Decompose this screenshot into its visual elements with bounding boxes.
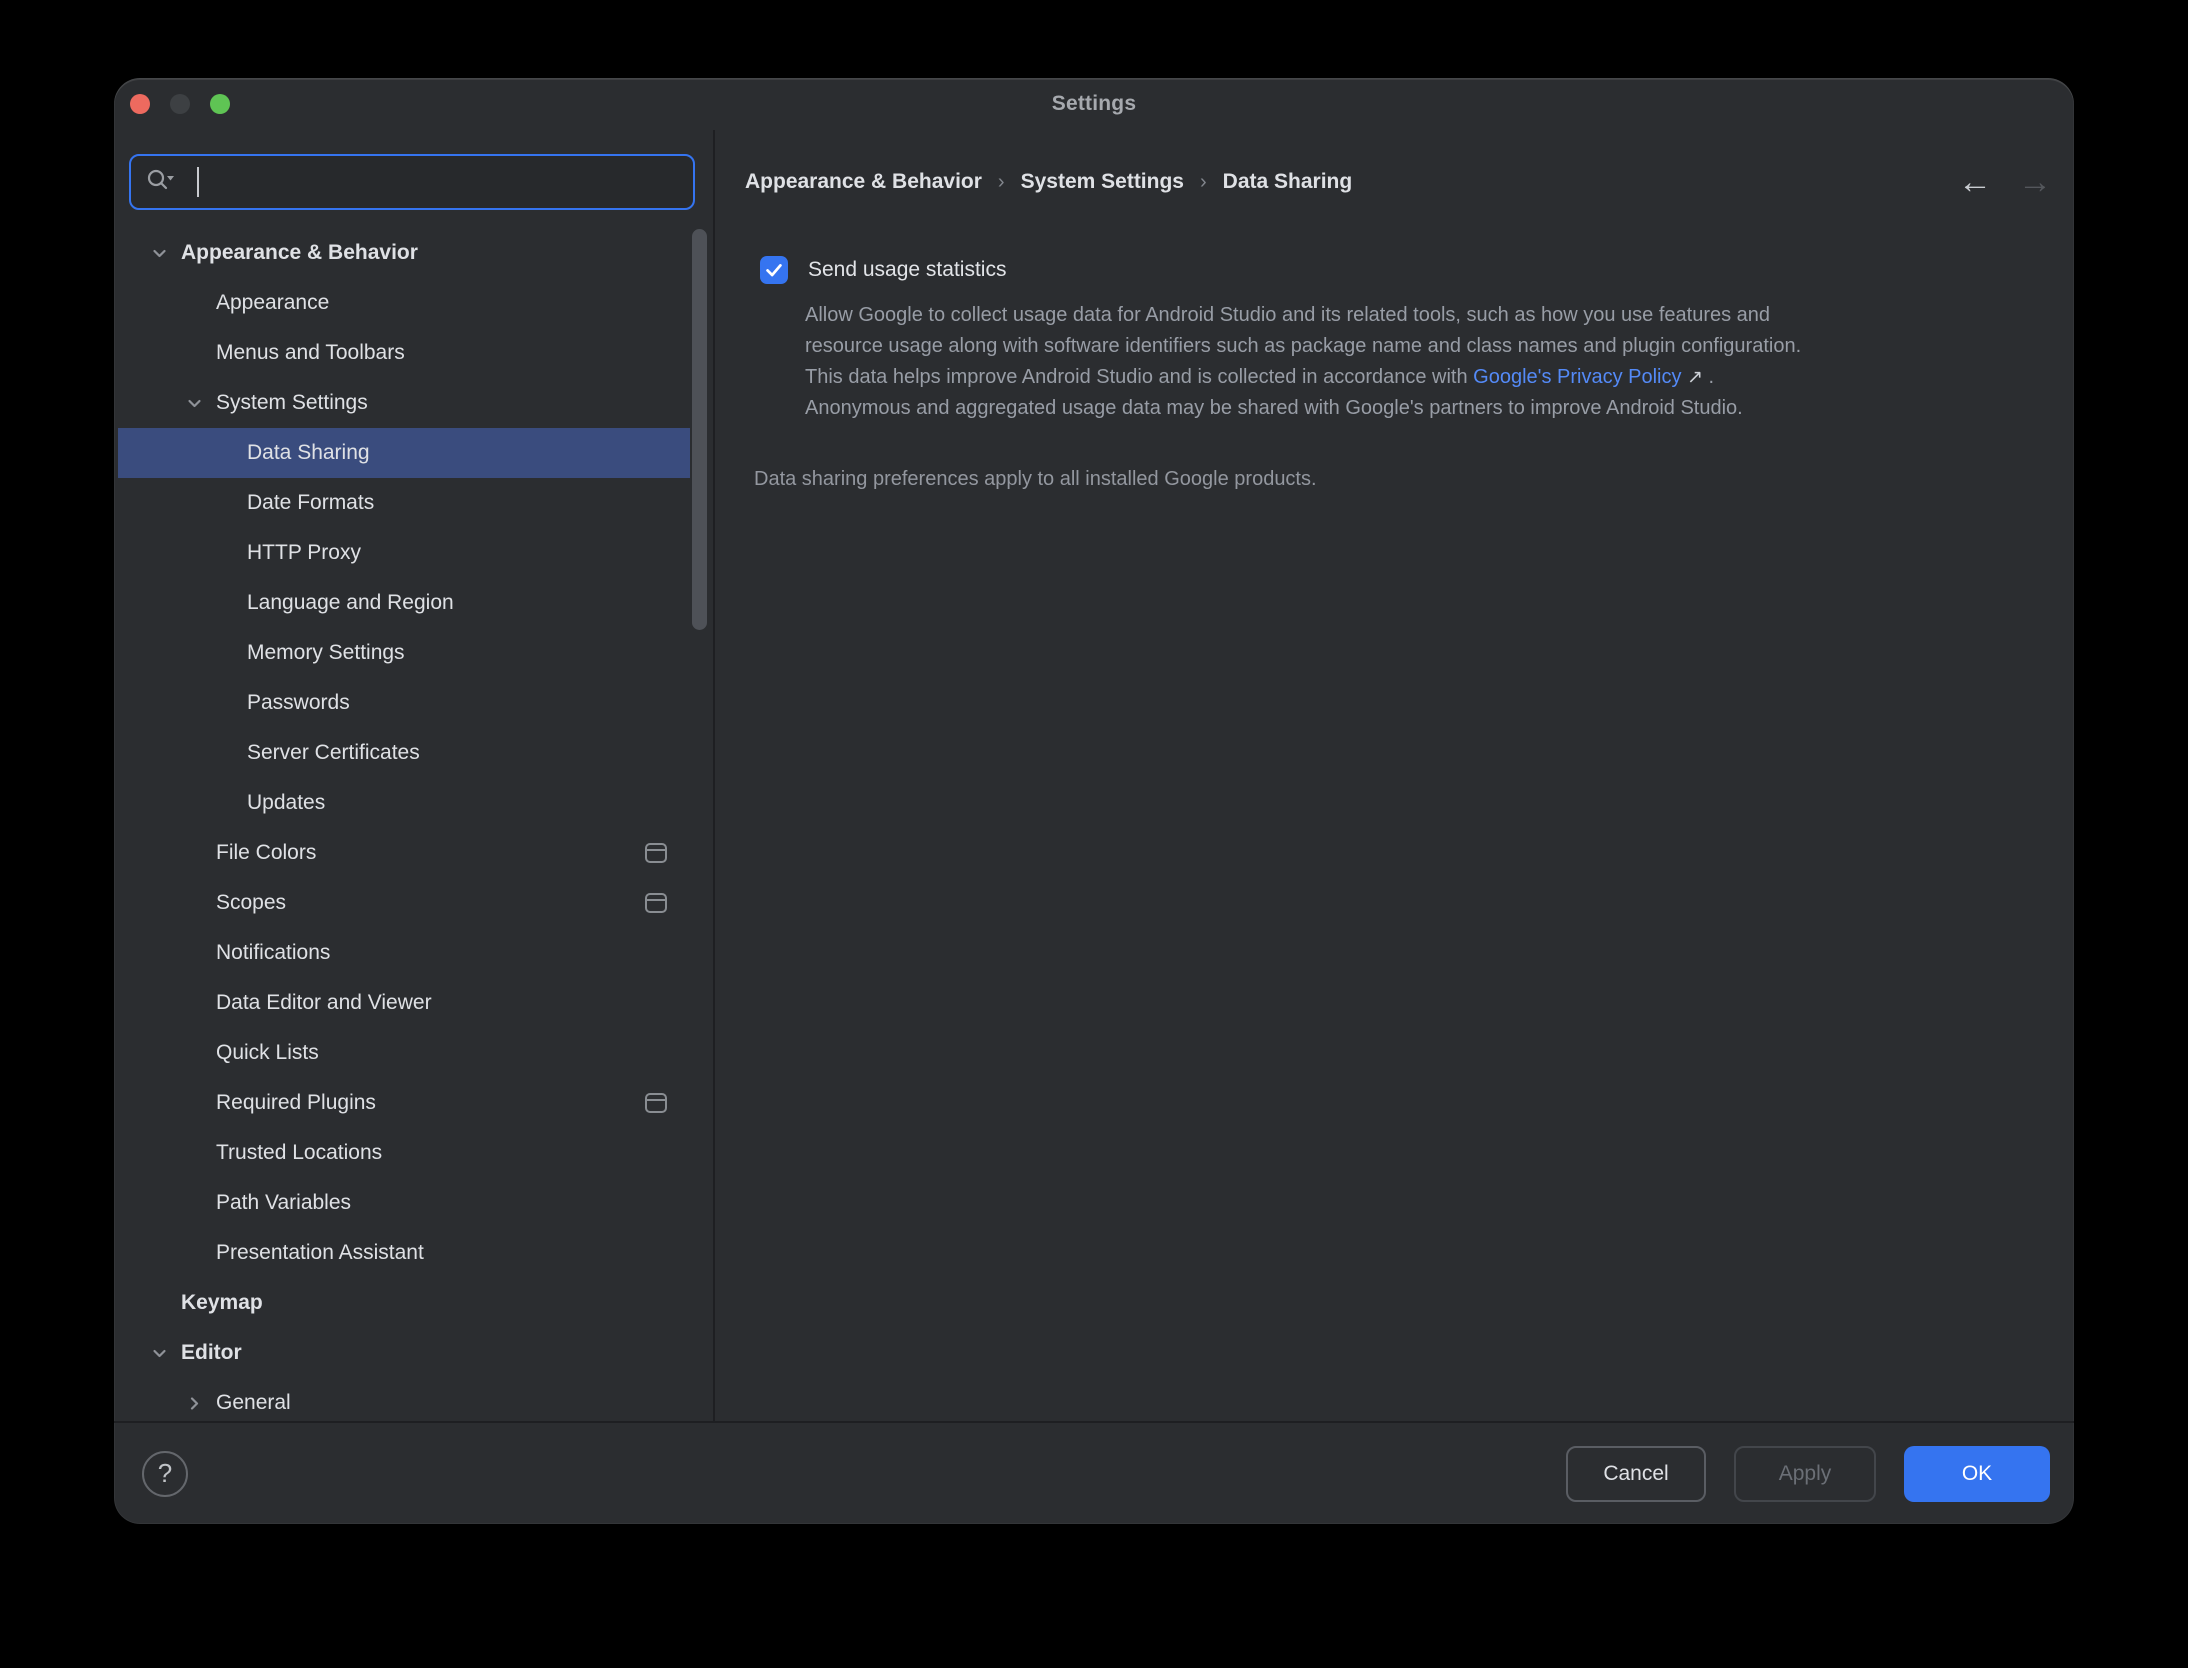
content-header: Appearance & Behavior › System Settings …: [745, 130, 2074, 206]
sidebar-item-label: HTTP Proxy: [247, 541, 361, 565]
sidebar-item-label: Appearance & Behavior: [181, 241, 418, 265]
privacy-policy-link[interactable]: Google's Privacy Policy: [1473, 366, 1681, 388]
settings-search-field[interactable]: [129, 154, 695, 210]
settings-sidebar: Appearance & Behavior Appearance Menus and…: [114, 130, 715, 1421]
settings-content: Appearance & Behavior › System Settings …: [715, 130, 2074, 1421]
sidebar-item-label: Date Formats: [247, 491, 374, 515]
sidebar-item-label: File Colors: [216, 841, 316, 865]
sidebar-item-scopes[interactable]: Scopes: [114, 878, 715, 928]
sidebar-item-label: Passwords: [247, 691, 350, 715]
sidebar-item-file-colors[interactable]: File Colors: [114, 828, 715, 878]
pane-icon: [645, 1093, 667, 1113]
sidebar-item-notifications[interactable]: Notifications: [114, 928, 715, 978]
sidebar-item-label: Server Certificates: [247, 741, 420, 765]
search-input[interactable]: [201, 160, 681, 204]
cancel-button[interactable]: Cancel: [1566, 1446, 1706, 1502]
description-text: Allow Google to collect usage data for A…: [805, 300, 1805, 424]
sidebar-item-label: Editor: [181, 1341, 242, 1365]
zoom-button[interactable]: [210, 94, 230, 114]
sidebar-item-label: Required Plugins: [216, 1091, 376, 1115]
sidebar-item-data-editor-and-viewer[interactable]: Data Editor and Viewer: [114, 978, 715, 1028]
sidebar-item-label: Menus and Toolbars: [216, 341, 405, 365]
sidebar-item-language-and-region[interactable]: Language and Region: [114, 578, 715, 628]
breadcrumb-separator-icon: ›: [998, 171, 1005, 194]
close-button[interactable]: [130, 94, 150, 114]
breadcrumb: Appearance & Behavior › System Settings …: [745, 170, 1352, 194]
sidebar-item-label: Memory Settings: [247, 641, 405, 665]
sidebar-item-updates[interactable]: Updates: [114, 778, 715, 828]
chevron-down-icon[interactable]: [185, 394, 216, 413]
window-title: Settings: [1052, 92, 1136, 116]
sidebar-item-appearance-behavior[interactable]: Appearance & Behavior: [114, 228, 715, 278]
breadcrumb-item-system-settings[interactable]: System Settings: [1021, 170, 1184, 194]
sidebar-item-label: Notifications: [216, 941, 330, 965]
sidebar-item-quick-lists[interactable]: Quick Lists: [114, 1028, 715, 1078]
ok-button[interactable]: OK: [1904, 1446, 2050, 1502]
sidebar-item-memory-settings[interactable]: Memory Settings: [114, 628, 715, 678]
settings-main: Appearance & Behavior Appearance Menus and…: [114, 130, 2074, 1421]
pane-icon: [645, 843, 667, 863]
sidebar-item-label: General: [216, 1391, 291, 1415]
traffic-lights: [130, 94, 230, 114]
sidebar-item-passwords[interactable]: Passwords: [114, 678, 715, 728]
sidebar-item-menus-and-toolbars[interactable]: Menus and Toolbars: [114, 328, 715, 378]
sidebar-item-trusted-locations[interactable]: Trusted Locations: [114, 1128, 715, 1178]
sidebar-item-server-certificates[interactable]: Server Certificates: [114, 728, 715, 778]
dialog-footer: ? Cancel Apply OK: [114, 1421, 2074, 1524]
sidebar-item-label: Path Variables: [216, 1191, 351, 1215]
sidebar-item-appearance[interactable]: Appearance: [114, 278, 715, 328]
forward-arrow-icon[interactable]: →: [2018, 165, 2052, 199]
sidebar-item-editor[interactable]: Editor: [114, 1328, 715, 1378]
chevron-down-icon[interactable]: [150, 1344, 181, 1363]
sidebar-item-label: Data Sharing: [247, 441, 370, 465]
sidebar-item-system-settings[interactable]: System Settings: [114, 378, 715, 428]
send-usage-statistics-checkbox[interactable]: [760, 256, 788, 284]
sidebar-item-label: Data Editor and Viewer: [216, 991, 432, 1015]
sidebar-scrollbar[interactable]: [692, 229, 707, 630]
text-caret: [197, 167, 199, 197]
send-usage-statistics-row: Send usage statistics: [760, 256, 2074, 284]
sidebar-item-date-formats[interactable]: Date Formats: [114, 478, 715, 528]
history-nav: ← →: [1958, 165, 2074, 199]
sidebar-item-http-proxy[interactable]: HTTP Proxy: [114, 528, 715, 578]
sidebar-item-label: Quick Lists: [216, 1041, 319, 1065]
sidebar-item-label: Trusted Locations: [216, 1141, 382, 1165]
chevron-right-icon[interactable]: [185, 1394, 216, 1413]
sidebar-item-label: Scopes: [216, 891, 286, 915]
sidebar-item-required-plugins[interactable]: Required Plugins: [114, 1078, 715, 1128]
breadcrumb-item-appearance-behavior[interactable]: Appearance & Behavior: [745, 170, 982, 194]
sidebar-item-label: System Settings: [216, 391, 368, 415]
back-arrow-icon[interactable]: ←: [1958, 165, 1992, 199]
breadcrumb-item-data-sharing[interactable]: Data Sharing: [1223, 170, 1353, 194]
apply-button[interactable]: Apply: [1734, 1446, 1876, 1502]
breadcrumb-separator-icon: ›: [1200, 171, 1207, 194]
sidebar-item-label: Appearance: [216, 291, 329, 315]
sidebar-item-data-sharing[interactable]: Data Sharing: [114, 428, 715, 478]
checkbox-label: Send usage statistics: [808, 258, 1006, 282]
sidebar-item-label: Keymap: [181, 1291, 263, 1315]
help-button[interactable]: ?: [142, 1451, 188, 1497]
sidebar-item-general[interactable]: General: [114, 1378, 715, 1421]
sidebar-item-label: Updates: [247, 791, 325, 815]
sidebar-item-label: Presentation Assistant: [216, 1241, 424, 1265]
sidebar-item-presentation-assistant[interactable]: Presentation Assistant: [114, 1228, 715, 1278]
search-icon: [145, 167, 175, 197]
sidebar-item-path-variables[interactable]: Path Variables: [114, 1178, 715, 1228]
check-icon: [763, 259, 785, 281]
pane-icon: [645, 893, 667, 913]
chevron-down-icon[interactable]: [150, 244, 181, 263]
note-text: Data sharing preferences apply to all in…: [754, 468, 2074, 491]
sidebar-item-keymap[interactable]: Keymap: [114, 1278, 715, 1328]
minimize-button[interactable]: [170, 94, 190, 114]
settings-tree: Appearance & Behavior Appearance Menus and…: [114, 228, 715, 1421]
sidebar-item-label: Language and Region: [247, 591, 454, 615]
external-link-icon: ↗: [1687, 367, 1703, 388]
titlebar[interactable]: Settings: [114, 78, 2074, 130]
footer-buttons: Cancel Apply OK: [1566, 1446, 2050, 1502]
settings-window: Settings Appearance & BehaviorApp: [114, 78, 2074, 1524]
